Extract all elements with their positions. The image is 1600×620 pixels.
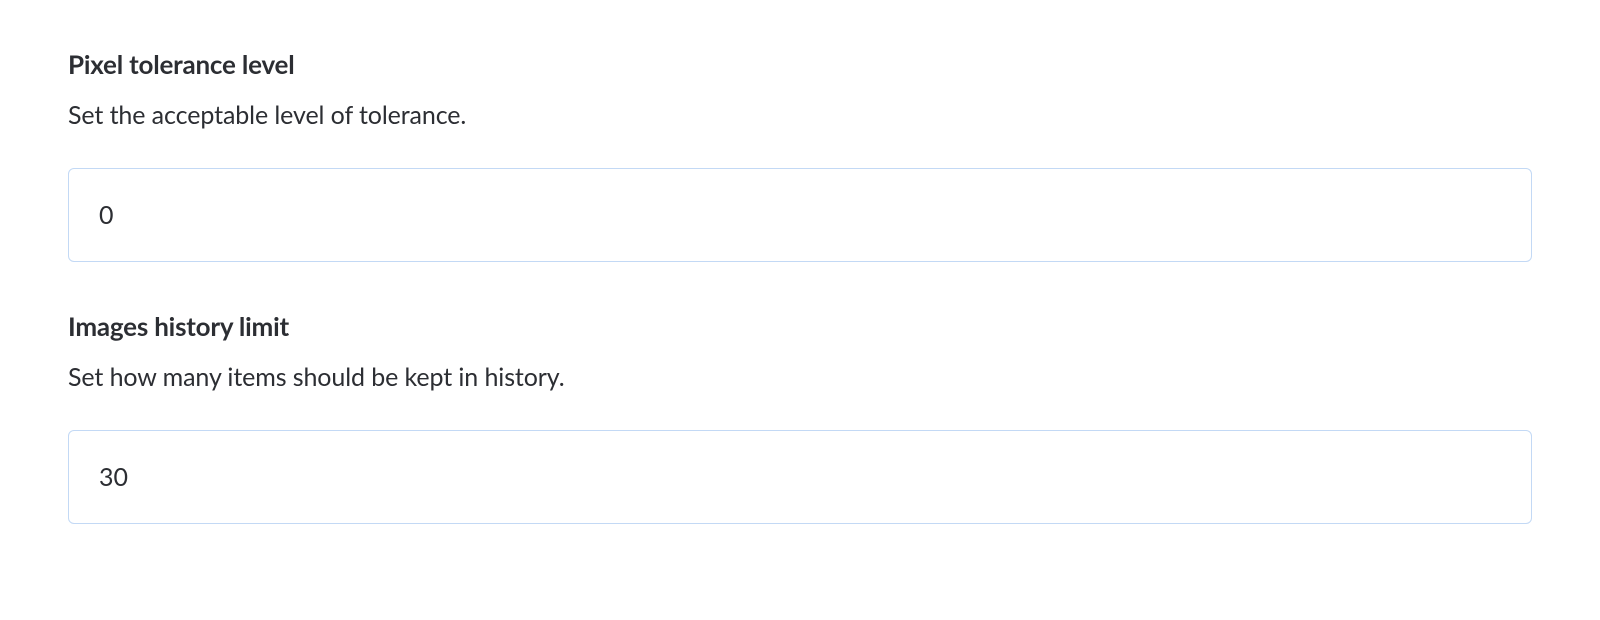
pixel-tolerance-setting: Pixel tolerance level Set the acceptable… (68, 48, 1532, 262)
pixel-tolerance-input[interactable] (68, 168, 1532, 262)
history-limit-setting: Images history limit Set how many items … (68, 310, 1532, 524)
history-limit-input[interactable] (68, 430, 1532, 524)
pixel-tolerance-description: Set the acceptable level of tolerance. (68, 100, 1532, 130)
history-limit-title: Images history limit (68, 310, 1532, 342)
history-limit-description: Set how many items should be kept in his… (68, 362, 1532, 392)
pixel-tolerance-title: Pixel tolerance level (68, 48, 1532, 80)
